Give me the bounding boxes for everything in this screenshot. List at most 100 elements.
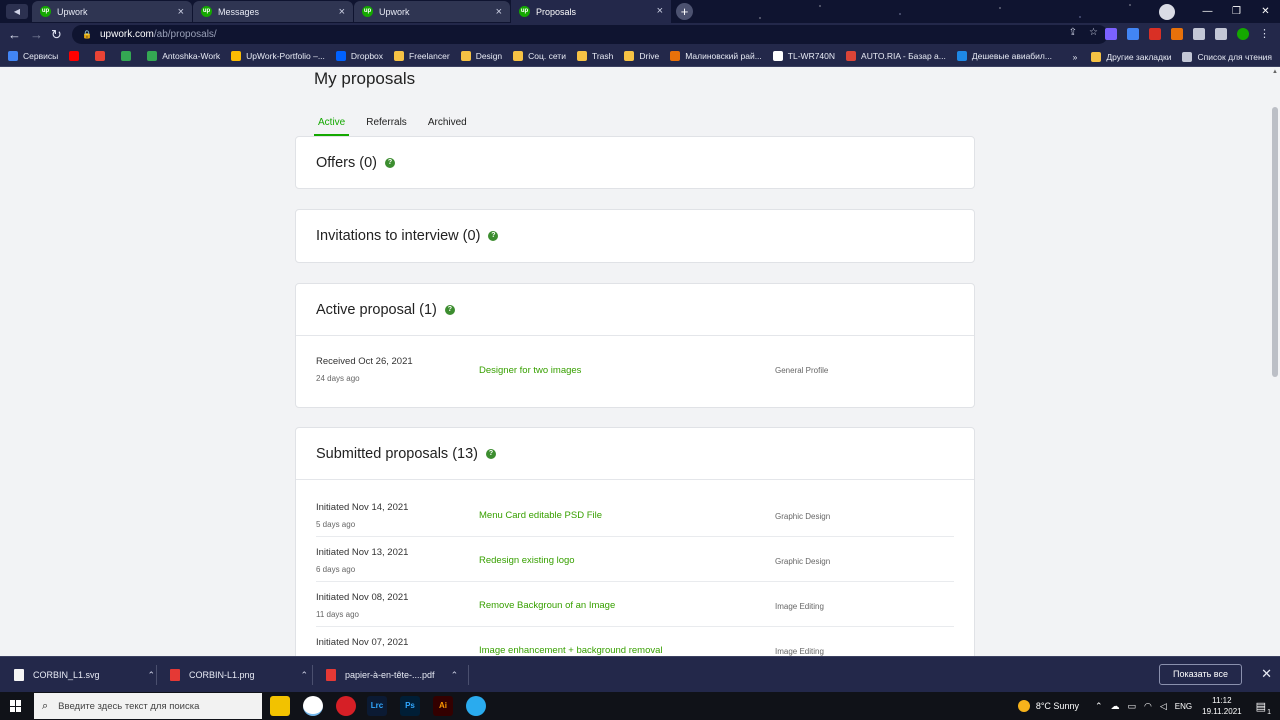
- extension-icon[interactable]: [1105, 27, 1117, 40]
- profile-icon[interactable]: [1237, 27, 1249, 40]
- download-item[interactable]: CORBIN-L1.png ⌃: [170, 657, 308, 693]
- browser-tab-2[interactable]: up Messages ×: [193, 1, 353, 22]
- cloud-icon[interactable]: ☁: [1111, 701, 1120, 712]
- browser-tab-1[interactable]: up Upwork ×: [32, 1, 192, 22]
- close-icon[interactable]: ✕: [1261, 666, 1272, 682]
- maximize-icon[interactable]: ❐: [1222, 6, 1251, 17]
- weather-sun-icon[interactable]: [1017, 700, 1030, 712]
- bookmark-upwork-portfolio[interactable]: UpWork-Portfolio –...: [231, 51, 325, 61]
- browser-tab-3[interactable]: up Upwork ×: [354, 1, 510, 22]
- close-window-icon[interactable]: ✕: [1251, 6, 1280, 17]
- proposal-age: 6 days ago: [316, 565, 356, 574]
- drive-icon: [147, 51, 158, 61]
- help-icon[interactable]: ?: [488, 231, 499, 241]
- tab-referrals[interactable]: Referrals: [362, 117, 411, 136]
- bookmark-autoria[interactable]: AUTO.RIA - Базар а...: [846, 51, 946, 61]
- help-icon[interactable]: ?: [486, 448, 496, 459]
- wifi-icon[interactable]: ◠: [1144, 701, 1152, 712]
- chrome-icon[interactable]: [303, 696, 323, 716]
- reading-list-icon[interactable]: [1215, 27, 1227, 40]
- photoshop-icon[interactable]: Ps: [400, 696, 420, 716]
- bookmark-tl-wr740n[interactable]: TL-WR740N: [772, 51, 835, 61]
- tab-archived[interactable]: Archived: [424, 117, 471, 136]
- windows-start-icon[interactable]: [10, 700, 22, 712]
- bookmark-freelancer[interactable]: Freelancer: [394, 51, 450, 61]
- file-explorer-icon[interactable]: [270, 696, 290, 716]
- bookmark-star-icon[interactable]: ☆: [1089, 27, 1098, 38]
- globe-icon: [772, 51, 783, 61]
- chevron-up-icon[interactable]: ⌃: [148, 670, 156, 681]
- back-arrow-icon[interactable]: ←: [8, 26, 21, 43]
- extension-icon[interactable]: [1171, 27, 1183, 40]
- bookmark-youtube[interactable]: [69, 51, 84, 61]
- taskbar-search-input[interactable]: ⌕ Введите здесь текст для поиска: [34, 693, 262, 719]
- bookmark-gmail[interactable]: [95, 51, 110, 61]
- help-icon[interactable]: ?: [384, 158, 395, 168]
- reload-icon[interactable]: ↻: [51, 26, 62, 43]
- profile-avatar-icon[interactable]: [1159, 3, 1175, 20]
- tab-active[interactable]: Active: [314, 117, 350, 136]
- tray-chevron-icon[interactable]: ⌃: [1095, 701, 1103, 712]
- bookmark-drive[interactable]: [121, 51, 136, 61]
- show-all-downloads-button[interactable]: Показать все: [1159, 664, 1242, 685]
- windows-taskbar: ⌕ Введите здесь текст для поиска Lrc Ps …: [0, 692, 1280, 720]
- lightroom-icon[interactable]: Lrc: [367, 696, 387, 716]
- proposal-job-link[interactable]: Remove Backgroun of an Image: [479, 600, 615, 611]
- bookmark-design[interactable]: Design: [460, 51, 502, 61]
- notifications-icon[interactable]: ▤ 1: [1256, 700, 1271, 716]
- browser-tab-proposals[interactable]: up Proposals ×: [511, 0, 671, 23]
- share-icon[interactable]: ⇪: [1069, 27, 1077, 38]
- illustrator-icon[interactable]: Ai: [433, 696, 453, 716]
- puzzle-icon[interactable]: [1193, 27, 1205, 40]
- address-bar-row: ← → ↻ 🔒 upwork.com/ab/proposals/ ⇪ ☆ ⋮: [0, 23, 1280, 46]
- telegram-icon[interactable]: [466, 696, 486, 716]
- opera-icon[interactable]: [336, 696, 356, 716]
- tab-close-icon[interactable]: ×: [178, 6, 184, 18]
- bookmark-malinovsky[interactable]: Малиновский рай...: [670, 51, 762, 61]
- bookmark-trash[interactable]: Trash: [576, 51, 613, 61]
- proposal-job-link[interactable]: Image enhancement + background removal: [479, 645, 663, 656]
- bookmark-drive-folder[interactable]: Drive: [624, 51, 659, 61]
- proposal-job-link[interactable]: Menu Card editable PSD File: [479, 510, 602, 521]
- proposal-job-link[interactable]: Redesign existing logo: [479, 555, 575, 566]
- bookmark-dropbox[interactable]: Dropbox: [335, 51, 383, 61]
- proposal-job-link[interactable]: Designer for two images: [479, 365, 581, 376]
- taskbar-clock[interactable]: 11:12 19.11.2021: [1202, 695, 1241, 717]
- volume-icon[interactable]: ◁: [1160, 701, 1167, 712]
- bookmark-services[interactable]: Сервисы: [8, 51, 58, 61]
- language-indicator[interactable]: ENG: [1175, 702, 1192, 711]
- menu-kebab-icon[interactable]: ⋮: [1259, 27, 1270, 40]
- minimize-icon[interactable]: —: [1193, 6, 1222, 17]
- chevron-up-icon[interactable]: ⌃: [301, 670, 309, 681]
- extension-icon[interactable]: [1149, 27, 1161, 40]
- bookmark-cheap-flights[interactable]: Дешевые авиабил...: [956, 51, 1052, 61]
- scroll-up-icon[interactable]: ▲: [1272, 69, 1278, 75]
- scrollbar-thumb[interactable]: [1272, 107, 1278, 377]
- submitted-proposals-heading: Submitted proposals (13) ?: [296, 428, 974, 480]
- forward-arrow-icon[interactable]: →: [30, 26, 43, 43]
- tab-scroll-icon[interactable]: ◀: [6, 4, 28, 19]
- translate-icon[interactable]: [1127, 27, 1139, 40]
- submitted-proposals-card: Submitted proposals (13) ? Initiated Nov…: [295, 427, 975, 656]
- network-icon[interactable]: ▭: [1128, 701, 1137, 712]
- bookmarks-overflow-button[interactable]: »: [1073, 52, 1078, 62]
- help-icon[interactable]: ?: [444, 304, 455, 315]
- tab-close-icon[interactable]: ×: [496, 6, 502, 18]
- bookmark-antoshka-work[interactable]: Antoshka-Work: [147, 51, 220, 61]
- apps-grid-icon: [8, 51, 18, 61]
- tab-close-icon[interactable]: ×: [657, 5, 663, 17]
- download-item[interactable]: CORBIN_L1.svg ⌃: [14, 657, 155, 693]
- reading-list[interactable]: Список для чтения: [1182, 51, 1272, 62]
- bookmark-social[interactable]: Соц. сети: [513, 51, 566, 61]
- gmail-icon: [95, 51, 106, 61]
- page-scrollbar[interactable]: ▲: [1270, 67, 1280, 656]
- url-omnibox[interactable]: 🔒 upwork.com/ab/proposals/ ⇪ ☆: [72, 25, 1108, 44]
- tab-close-icon[interactable]: ×: [339, 6, 345, 18]
- chevron-up-icon[interactable]: ⌃: [451, 670, 459, 681]
- proposal-profile: General Profile: [775, 366, 829, 375]
- other-bookmarks[interactable]: Другие закладки: [1091, 51, 1171, 62]
- download-item[interactable]: papier-à-en-tête-....pdf ⌃: [326, 657, 458, 693]
- weather-text[interactable]: 8°C Sunny: [1036, 701, 1079, 711]
- new-tab-button[interactable]: +: [676, 3, 693, 20]
- folder-icon: [460, 51, 471, 61]
